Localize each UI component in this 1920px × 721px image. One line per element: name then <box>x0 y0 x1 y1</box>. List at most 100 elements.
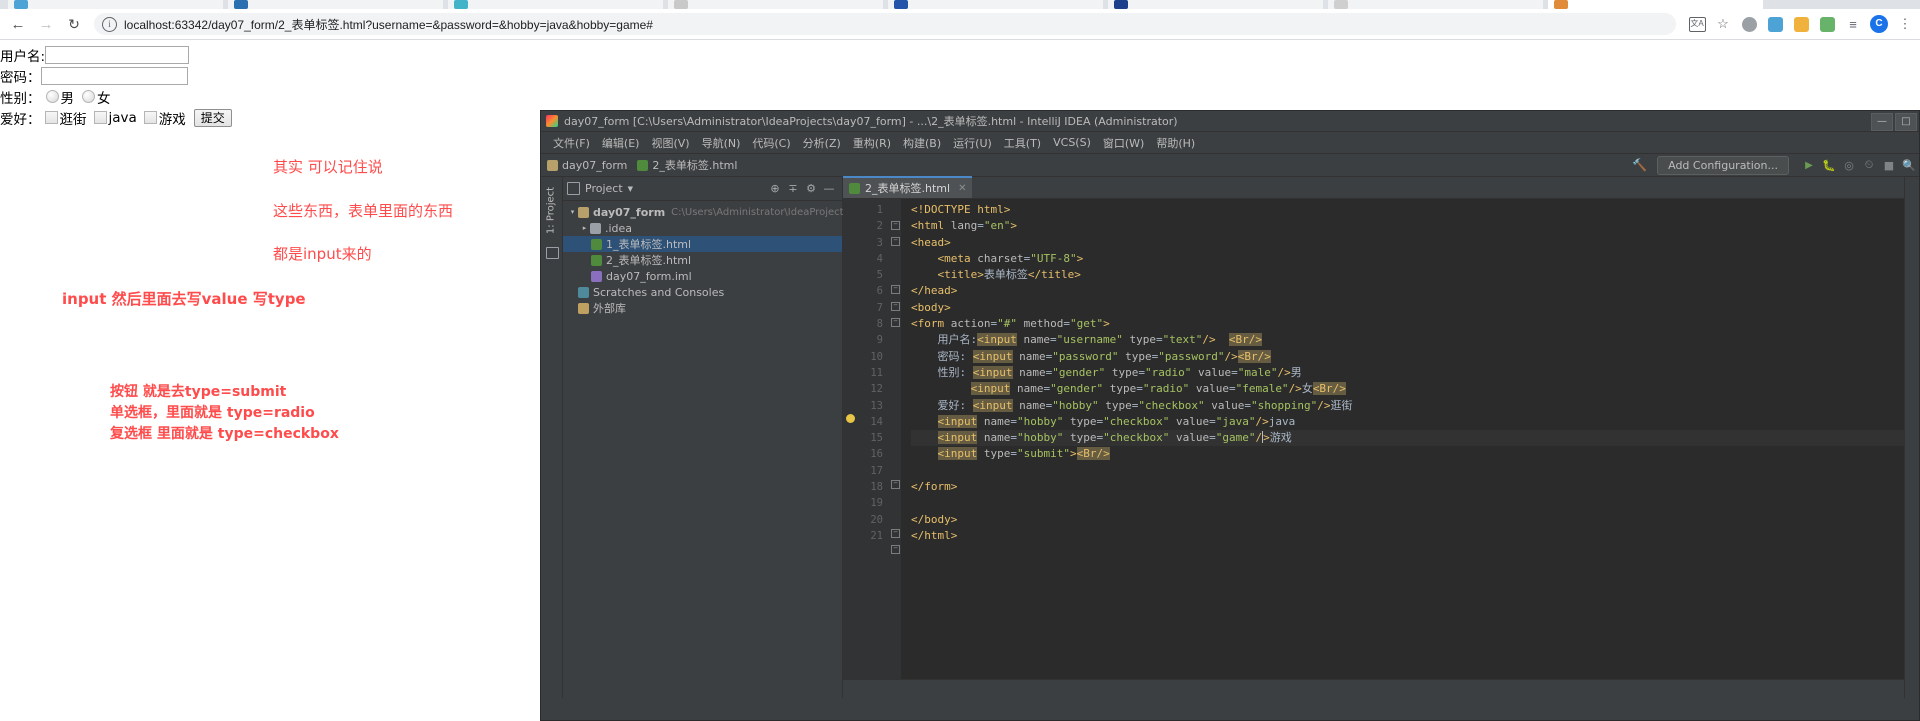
hobby-option-game-label: 游戏 <box>158 111 186 128</box>
line-number: 5 <box>876 269 883 282</box>
chevron-down-icon[interactable]: ▼ <box>628 185 633 193</box>
extension-icon-3[interactable] <box>1788 12 1814 36</box>
forward-arrow-icon[interactable]: → <box>32 10 60 38</box>
fold-marker-icon[interactable]: ─ <box>891 318 900 327</box>
tree-node-label: 2_表单标签.html <box>606 254 692 267</box>
browser-tab[interactable] <box>1108 0 1323 9</box>
translate-icon[interactable]: 文A <box>1684 12 1710 36</box>
tree-node-idea[interactable]: ▸ .idea <box>563 220 842 236</box>
expand-arrow-icon[interactable]: ▾ <box>567 208 578 216</box>
code-line: </html> <box>911 528 958 542</box>
reload-icon[interactable]: ↻ <box>60 10 88 38</box>
menu-refactor[interactable]: 重构(R) <box>847 133 897 153</box>
fold-marker-icon[interactable]: ─ <box>891 237 900 246</box>
line-number: 4 <box>876 252 883 265</box>
menu-window[interactable]: 窗口(W) <box>1097 133 1150 153</box>
maximize-button[interactable]: □ <box>1895 113 1917 131</box>
debug-icon[interactable]: 🐛 <box>1819 155 1839 175</box>
tree-node-day07-form[interactable]: ▾ day07_form C:\Users\Administrator\Idea… <box>563 204 844 220</box>
add-configuration-button[interactable]: Add Configuration... <box>1657 155 1789 175</box>
bookmark-star-icon[interactable]: ☆ <box>1710 12 1736 36</box>
menu-tools[interactable]: 工具(T) <box>998 133 1047 153</box>
menu-run[interactable]: 运行(U) <box>947 133 998 153</box>
menu-code[interactable]: 代码(C) <box>746 133 796 153</box>
menu-file[interactable]: 文件(F) <box>547 133 596 153</box>
menu-build[interactable]: 构建(B) <box>897 133 947 153</box>
project-module-icon <box>547 159 558 171</box>
intellij-logo-icon <box>546 115 558 127</box>
breadcrumb-file[interactable]: 2_表单标签.html <box>637 157 737 173</box>
fold-marker-icon[interactable]: ─ <box>891 529 900 538</box>
password-input[interactable] <box>40 66 188 85</box>
minimize-button[interactable]: — <box>1871 113 1893 131</box>
tree-node-iml[interactable]: day07_form.iml <box>563 268 842 284</box>
tree-node-1-form-html[interactable]: 1_表单标签.html <box>563 236 842 252</box>
menu-navigate[interactable]: 导航(N) <box>696 133 747 153</box>
browser-tab[interactable] <box>1328 0 1543 9</box>
menu-help[interactable]: 帮助(H) <box>1150 133 1201 153</box>
stop-icon[interactable]: ■ <box>1879 155 1899 175</box>
fold-marker-icon[interactable]: ─ <box>891 480 900 489</box>
info-icon[interactable]: i <box>102 16 117 32</box>
extension-icon-2[interactable] <box>1762 12 1788 36</box>
menu-vcs[interactable]: VCS(S) <box>1047 134 1097 151</box>
submit-button[interactable]: 提交 <box>193 108 232 127</box>
fold-marker-icon[interactable]: ─ <box>891 545 900 554</box>
tree-node-external-libraries[interactable]: 外部库 <box>563 300 842 316</box>
editor-tab-2-form-html[interactable]: 2_表单标签.html ✕ <box>843 176 973 198</box>
fold-marker-icon[interactable]: ─ <box>891 285 900 294</box>
annotation-line-1: 其实 可以记住说 <box>273 158 383 176</box>
run-icon[interactable]: ▶ <box>1799 155 1819 175</box>
fold-marker-icon[interactable]: ─ <box>891 302 900 311</box>
browser-tab[interactable] <box>228 0 443 9</box>
gender-radio-female[interactable] <box>82 90 95 103</box>
intention-bulb-icon[interactable] <box>846 414 855 423</box>
tree-node-scratches[interactable]: Scratches and Consoles <box>563 284 842 300</box>
menu-analyze[interactable]: 分析(Z) <box>797 133 847 153</box>
browser-tab-strip[interactable] <box>0 0 1920 9</box>
menu-view[interactable]: 视图(V) <box>645 133 695 153</box>
profile-icon[interactable]: ⏲ <box>1859 155 1879 175</box>
browser-tab-active[interactable] <box>1548 0 1763 9</box>
username-input[interactable] <box>45 45 190 64</box>
tool-window-project-tab[interactable]: 1: Project <box>546 185 557 237</box>
line-number: 15 <box>870 432 883 445</box>
close-icon[interactable]: ✕ <box>958 183 966 194</box>
browser-tab[interactable] <box>8 0 223 9</box>
gender-radio-male[interactable] <box>45 90 59 103</box>
address-bar[interactable]: i localhost:63342/day07_form/2_表单标签.html… <box>94 13 1676 35</box>
menu-edit[interactable]: 编辑(E) <box>596 133 646 153</box>
fold-marker-icon[interactable]: ─ <box>891 221 900 230</box>
intellij-idea-window: day07_form [C:\Users\Administrator\IdeaP… <box>540 110 1920 721</box>
editor-fold-column: ─ ─ ─ ─ ─ ─ ─ ─ <box>889 199 901 679</box>
collapse-all-icon[interactable]: ∓ <box>784 180 802 198</box>
browser-tab[interactable] <box>888 0 1103 9</box>
expand-arrow-icon[interactable]: ▸ <box>579 224 590 232</box>
breadcrumb-project[interactable]: day07_form <box>547 159 627 172</box>
extension-icon-1[interactable] <box>1736 12 1762 36</box>
tree-node-2-form-html[interactable]: 2_表单标签.html <box>563 252 842 268</box>
coverage-icon[interactable]: ◎ <box>1839 155 1859 175</box>
extension-icon-4[interactable] <box>1814 12 1840 36</box>
browser-tab[interactable] <box>448 0 663 9</box>
locate-icon[interactable]: ⊕ <box>766 180 784 198</box>
hide-panel-icon[interactable]: — <box>820 180 838 198</box>
hobby-checkbox-shopping[interactable] <box>44 111 58 124</box>
hobby-checkbox-game[interactable] <box>143 111 157 124</box>
line-number: 8 <box>876 318 883 331</box>
avatar[interactable]: C <box>1866 12 1892 36</box>
hobby-checkbox-java[interactable] <box>93 111 107 124</box>
code-line: </form> <box>911 480 958 494</box>
code-lines[interactable]: <!DOCTYPE html> <html lang="en"> <head> … <box>901 199 1904 679</box>
project-panel-title[interactable]: Project ▼ <box>567 182 633 195</box>
back-arrow-icon[interactable]: ← <box>4 10 32 38</box>
structure-icon[interactable] <box>546 247 559 259</box>
reading-list-icon[interactable]: ≡ <box>1840 12 1866 36</box>
search-everywhere-icon[interactable]: 🔍 <box>1899 155 1919 175</box>
code-editor[interactable]: 1 2 3 4 5 6 7 8 9 10 11 12 13 14 15 16 1… <box>843 199 1904 679</box>
browser-tab[interactable] <box>668 0 883 9</box>
hammer-icon[interactable]: 🔨 <box>1632 158 1647 172</box>
settings-gear-icon[interactable]: ⚙ <box>802 180 820 198</box>
browser-menu-icon[interactable]: ⋮ <box>1892 12 1918 36</box>
screen-root: ← → ↻ i localhost:63342/day07_form/2_表单标… <box>0 0 1920 721</box>
